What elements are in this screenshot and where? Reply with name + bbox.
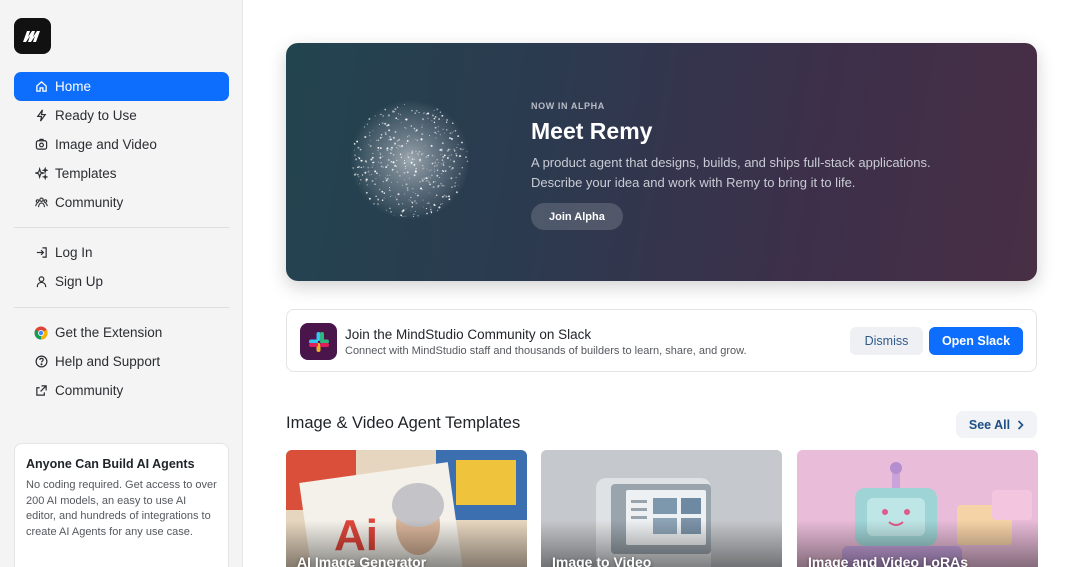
chevron-right-icon	[1017, 419, 1024, 430]
nav-item-ready-to-use[interactable]: Ready to Use	[14, 101, 229, 130]
slack-community-banner: Join the MindStudio Community on Slack C…	[286, 309, 1037, 372]
home-icon	[34, 80, 48, 94]
nav-item-get-extension[interactable]: Get the Extension	[14, 318, 229, 347]
dismiss-button[interactable]: Dismiss	[850, 327, 923, 355]
hero-description: A product agent that designs, builds, an…	[531, 155, 931, 190]
sidebar-divider	[14, 227, 229, 228]
join-alpha-button[interactable]: Join Alpha	[531, 203, 623, 230]
hero-title: Meet Remy	[531, 118, 653, 144]
card-title: Image and Video LoRAs	[808, 554, 968, 567]
bolt-icon	[34, 109, 48, 123]
primary-nav: Home Ready to Use Image and Video Templa…	[14, 72, 229, 217]
template-card-image-to-video[interactable]: Image to Video	[541, 450, 782, 567]
nav-item-community-external[interactable]: Community	[14, 376, 229, 405]
nav-item-image-and-video[interactable]: Image and Video	[14, 130, 229, 159]
user-icon	[34, 275, 48, 289]
logo-icon	[22, 31, 40, 42]
card-title: Image to Video	[552, 554, 652, 567]
help-nav: Get the Extension Help and Support Commu…	[14, 318, 229, 405]
sidebar: Home Ready to Use Image and Video Templa…	[0, 0, 243, 567]
nav-item-label: Help and Support	[55, 354, 161, 369]
promo-title: Anyone Can Build AI Agents	[26, 457, 195, 471]
nav-item-label: Home	[55, 79, 92, 94]
help-circle-icon	[34, 355, 48, 369]
sidebar-divider	[14, 307, 229, 308]
nav-item-label: Community	[55, 383, 124, 398]
external-link-icon	[34, 384, 48, 398]
particle-orb-illustration	[350, 100, 470, 220]
nav-item-label: Templates	[55, 166, 117, 181]
login-icon	[34, 246, 48, 260]
nav-item-label: Community	[55, 195, 124, 210]
nav-item-sign-up[interactable]: Sign Up	[14, 267, 229, 296]
template-card-image-video-loras[interactable]: Image and Video LoRAs	[797, 450, 1038, 567]
nav-item-label: Image and Video	[55, 137, 157, 152]
hero-kicker: NOW IN ALPHA	[531, 101, 605, 111]
nav-item-label: Ready to Use	[55, 108, 137, 123]
slack-banner-title: Join the MindStudio Community on Slack	[345, 327, 592, 342]
promo-card[interactable]: Anyone Can Build AI Agents No coding req…	[14, 443, 229, 567]
nav-item-templates[interactable]: Templates	[14, 159, 229, 188]
nav-item-label: Sign Up	[55, 274, 104, 289]
slack-icon	[300, 323, 337, 360]
sparkles-icon	[34, 167, 48, 181]
image-video-icon	[34, 138, 48, 152]
see-all-label: See All	[968, 417, 1011, 432]
mindstudio-logo[interactable]	[14, 18, 51, 54]
see-all-button[interactable]: See All	[956, 411, 1037, 438]
nav-item-label: Log In	[55, 245, 93, 260]
hero-banner: NOW IN ALPHA Meet Remy A product agent t…	[286, 43, 1037, 281]
nav-item-label: Get the Extension	[55, 325, 163, 340]
auth-nav: Log In Sign Up	[14, 238, 229, 296]
card-title: AI Image Generator	[297, 554, 427, 567]
open-slack-button[interactable]: Open Slack	[929, 327, 1023, 355]
nav-item-home[interactable]: Home	[14, 72, 229, 101]
community-icon	[34, 196, 48, 210]
nav-item-help-support[interactable]: Help and Support	[14, 347, 229, 376]
template-card-ai-image-generator[interactable]: Ai AI Image Generator	[286, 450, 527, 567]
promo-text: No coding required. Get access to over 2…	[26, 479, 217, 538]
slack-banner-subtitle: Connect with MindStudio staff and thousa…	[345, 345, 747, 357]
chrome-icon	[34, 326, 48, 340]
nav-item-log-in[interactable]: Log In	[14, 238, 229, 267]
section-title: Image & Video Agent Templates	[286, 414, 521, 432]
nav-item-community[interactable]: Community	[14, 188, 229, 217]
